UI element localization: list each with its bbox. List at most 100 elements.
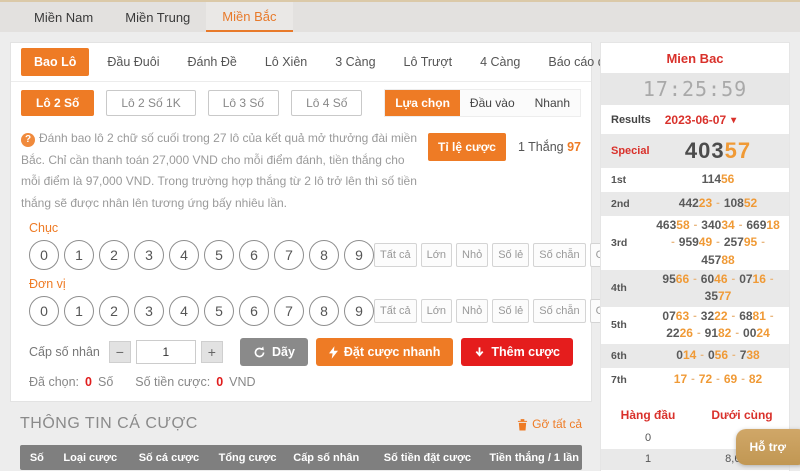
- prize-number: 6046: [701, 271, 728, 288]
- digit-button[interactable]: 4: [169, 296, 199, 326]
- mode-button[interactable]: Lô 4 Số: [291, 90, 362, 116]
- filter-button[interactable]: Tất cả: [374, 299, 417, 323]
- prize-number: 056: [708, 347, 728, 364]
- mode-button[interactable]: Lô 2 Số 1K: [106, 90, 195, 116]
- digit-button[interactable]: 5: [204, 240, 234, 270]
- digit-button[interactable]: 7: [274, 240, 304, 270]
- digit-row-label: Đơn vị: [21, 277, 581, 291]
- region-tab-3[interactable]: Miền Bắc: [206, 2, 292, 32]
- separator: -: [732, 272, 736, 288]
- filter-button[interactable]: Lớn: [421, 299, 452, 323]
- filter-button[interactable]: Số chẵn: [533, 299, 585, 323]
- bet-type-tab[interactable]: Lô Xiên: [255, 49, 317, 75]
- support-button[interactable]: Hỗ trợ: [736, 429, 800, 465]
- odds-button[interactable]: Tỉ lệ cược: [428, 133, 506, 161]
- filter-button[interactable]: Tất cả: [374, 243, 417, 267]
- multiplier-row: Cấp số nhân − 1 + Dãy Đặt cược nhanh Thê…: [11, 326, 591, 366]
- digit-button[interactable]: 5: [204, 296, 234, 326]
- mode-button[interactable]: Lô 3 Số: [208, 90, 279, 116]
- lottery-betting-page: Miền NamMiền TrungMiền Bắc Bao Lô Đầu Đuô…: [0, 0, 800, 471]
- results-label: Results: [611, 114, 651, 126]
- separator: -: [700, 348, 704, 364]
- quick-bet-button[interactable]: Đặt cược nhanh: [316, 338, 453, 366]
- digit-button[interactable]: 3: [134, 296, 164, 326]
- bet-table-column-header: Số tiền đặt cược: [368, 452, 486, 464]
- amount-value: 0: [216, 375, 223, 389]
- prize-numbers: 9566-6046-0716-3577: [653, 271, 789, 306]
- bet-type-tab[interactable]: 4 Càng: [470, 49, 530, 75]
- separator: -: [693, 309, 697, 325]
- digit-button[interactable]: 6: [239, 240, 269, 270]
- prize-number: 0763: [662, 308, 689, 325]
- filter-button[interactable]: Lớn: [421, 243, 452, 267]
- prize-label: 2nd: [601, 198, 653, 210]
- chosen-label: Đã chọn:: [29, 375, 79, 389]
- digit-button[interactable]: 1: [64, 240, 94, 270]
- results-date-dropdown[interactable]: 2023-06-07▾: [659, 110, 742, 130]
- filter-button[interactable]: Nhỏ: [456, 243, 488, 267]
- multiplier-minus-button[interactable]: −: [109, 341, 131, 363]
- digit-button[interactable]: 2: [99, 240, 129, 270]
- view-button[interactable]: Đầu vào: [460, 90, 525, 116]
- digit-circles: 0123456789: [29, 296, 374, 326]
- separator: -: [732, 309, 736, 325]
- filter-button[interactable]: Số lẻ: [492, 243, 529, 267]
- filter-button[interactable]: Nhỏ: [456, 299, 488, 323]
- digit-button[interactable]: 2: [99, 296, 129, 326]
- digit-button[interactable]: 3: [134, 240, 164, 270]
- separator: -: [716, 235, 720, 251]
- clear-all-button[interactable]: Gỡ tất cả: [517, 417, 582, 431]
- digit-button[interactable]: 9: [344, 240, 374, 270]
- separator: -: [739, 218, 743, 234]
- bet-type-tab[interactable]: Đánh Đề: [177, 49, 246, 75]
- prize-number: 6881: [739, 308, 766, 325]
- digit-button[interactable]: 0: [29, 240, 59, 270]
- digit-button[interactable]: 6: [239, 296, 269, 326]
- bet-type-tab[interactable]: 3 Càng: [325, 49, 385, 75]
- prize-number: 3222: [701, 308, 728, 325]
- digit-button[interactable]: 7: [274, 296, 304, 326]
- region-tab-2[interactable]: Miền Trung: [109, 2, 206, 32]
- input-view-switch: Lựa chọnĐầu vàoNhanh: [384, 89, 581, 117]
- add-bet-button[interactable]: Thêm cược: [461, 338, 573, 366]
- prize-row: 6th014-056-738: [601, 344, 789, 368]
- prize-row: 7th17-72-69-82: [601, 368, 789, 392]
- prize-number: 44223: [679, 195, 712, 212]
- separator: -: [761, 235, 765, 251]
- prize-row: 1st11456: [601, 168, 789, 192]
- main-content: Bao Lô Đầu Đuôi Đánh Đề Lô Xiên 3 Càng Lô Trư…: [0, 34, 800, 471]
- view-button[interactable]: Nhanh: [525, 90, 580, 116]
- digit-button[interactable]: 9: [344, 296, 374, 326]
- prize-number: 82: [749, 371, 762, 388]
- filter-button[interactable]: Số chẵn: [533, 243, 585, 267]
- refresh-icon: [253, 346, 266, 359]
- prize-label: 3rd: [601, 237, 653, 249]
- mode-row: Lô 2 Số Lô 2 Số 1K Lô 3 Số Lô 4 Số Lựa chọn…: [11, 82, 591, 122]
- mode-button[interactable]: Lô 2 Số: [21, 90, 94, 116]
- prize-number: 0024: [743, 325, 770, 342]
- bet-type-tab[interactable]: Bao Lô: [21, 48, 89, 76]
- multiplier-value-field[interactable]: 1: [136, 340, 196, 364]
- digit-button[interactable]: 8: [309, 296, 339, 326]
- digit-pickers: Chục0123456789Tất cảLớnNhỏSố lẻSố chẵnGỡ…: [11, 221, 591, 326]
- digit-button[interactable]: 8: [309, 240, 339, 270]
- digit-circles: 0123456789: [29, 240, 374, 270]
- digit-button[interactable]: 1: [64, 296, 94, 326]
- results-region-title: Mien Bac: [601, 43, 789, 73]
- bet-type-tab[interactable]: Đầu Đuôi: [97, 49, 169, 75]
- multiplier-plus-button[interactable]: +: [201, 341, 223, 363]
- prize-number: 014: [676, 347, 696, 364]
- series-button[interactable]: Dãy: [240, 338, 308, 366]
- digit-button[interactable]: 4: [169, 240, 199, 270]
- digit-button[interactable]: 0: [29, 296, 59, 326]
- separator: -: [694, 218, 698, 234]
- region-tab-1[interactable]: Miền Nam: [18, 2, 109, 32]
- bet-type-tab[interactable]: Lô Trượt: [394, 49, 463, 75]
- view-button[interactable]: Lựa chọn: [385, 90, 460, 116]
- prize-number: 17: [674, 371, 687, 388]
- prize-number: 72: [699, 371, 712, 388]
- odds-value: 97: [567, 140, 581, 154]
- separator: -: [716, 372, 720, 388]
- filter-button[interactable]: Số lẻ: [492, 299, 529, 323]
- results-date-value: 2023-06-07: [665, 113, 726, 127]
